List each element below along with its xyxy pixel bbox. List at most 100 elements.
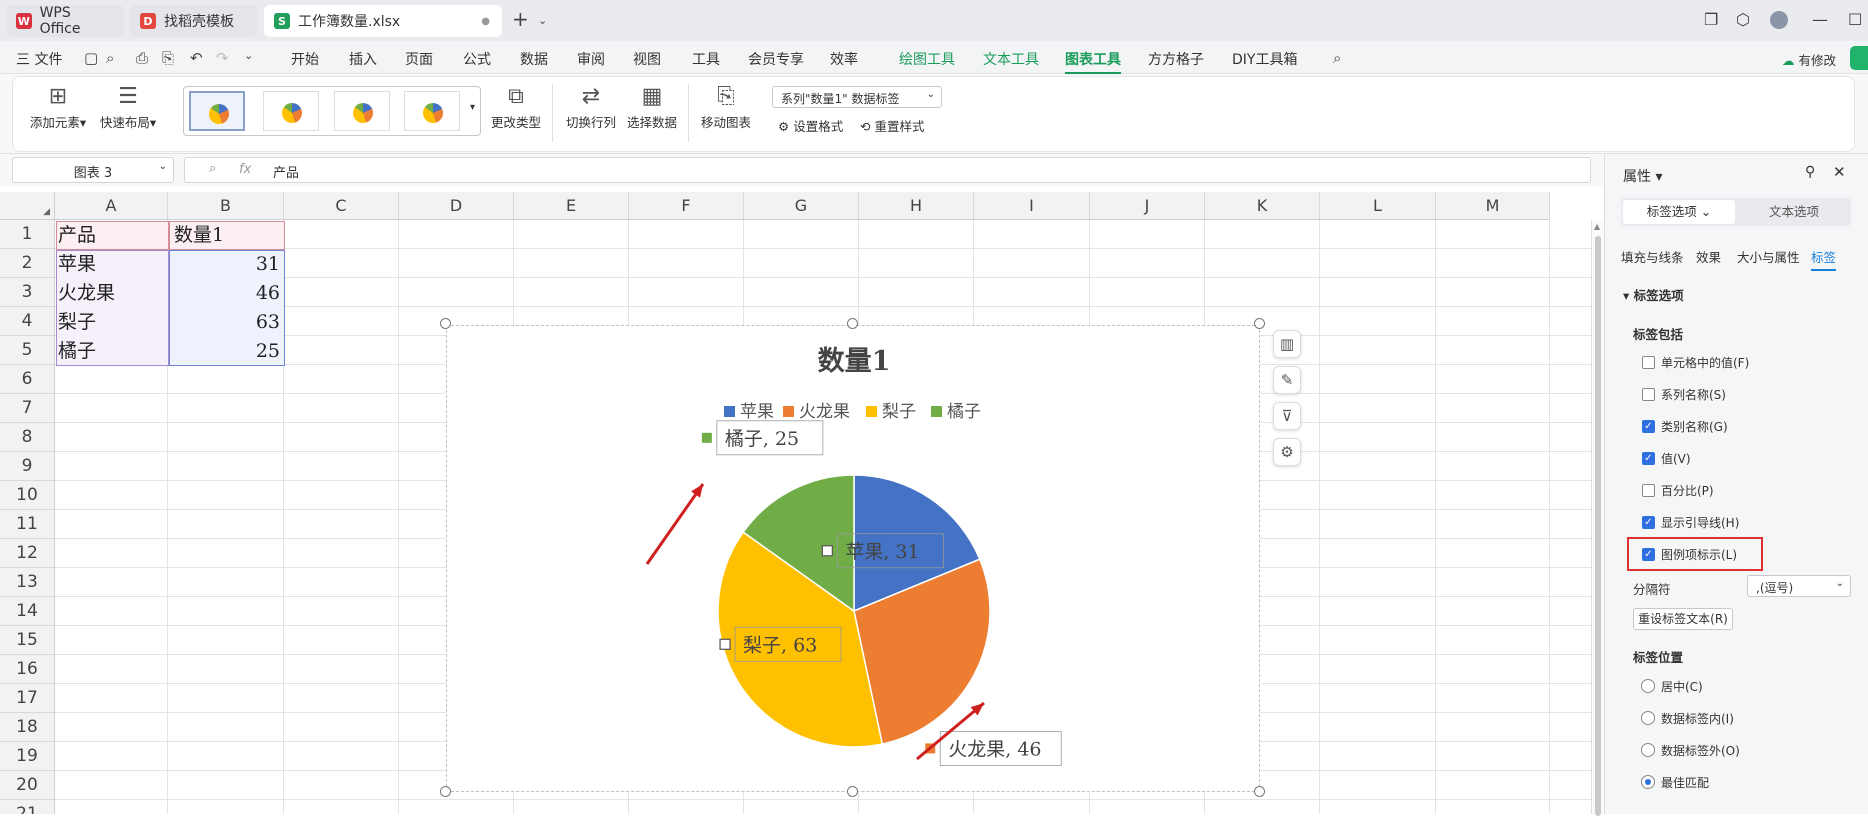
- move-chart-button[interactable]: ⎘ 移动图表: [697, 82, 755, 131]
- pin-icon[interactable]: ⚲: [1805, 164, 1815, 180]
- search-icon[interactable]: ⌕: [1333, 49, 1341, 67]
- cell-b3[interactable]: 46: [230, 279, 280, 308]
- reset-label-text-button[interactable]: 重设标签文本(R): [1633, 608, 1733, 630]
- legend-swatch-0[interactable]: [724, 406, 735, 417]
- cell-b1[interactable]: 数量1: [174, 221, 224, 250]
- checkbox-0[interactable]: [1642, 356, 1655, 369]
- cube-icon[interactable]: ⬡: [1736, 10, 1750, 29]
- resize-handle[interactable]: [1254, 786, 1265, 797]
- column-header-i[interactable]: I: [974, 192, 1090, 220]
- change-type-button[interactable]: ⧉ 更改类型: [490, 82, 542, 131]
- share-status[interactable]: ☁ 有修改: [1782, 50, 1836, 69]
- separator-select[interactable]: ,(逗号) ⌄: [1747, 575, 1851, 597]
- select-all-corner[interactable]: ◢: [0, 192, 55, 220]
- cell-a3[interactable]: 火龙果: [58, 279, 115, 308]
- minimize-icon[interactable]: —: [1812, 10, 1828, 29]
- chart-area[interactable]: 数量1 苹果 火龙果 梨子 橘子 苹果, 31 火龙果, 46 梨子, 63 橘子, 25: [446, 325, 1260, 792]
- chart-style-brush-icon[interactable]: ✎: [1273, 366, 1301, 394]
- chart-elements-icon[interactable]: ▥: [1273, 330, 1301, 358]
- tab-label-options[interactable]: 标签选项 ⌄: [1623, 200, 1735, 224]
- column-header-d[interactable]: D: [399, 192, 514, 220]
- column-header-l[interactable]: L: [1320, 192, 1436, 220]
- checkbox-1[interactable]: [1642, 388, 1655, 401]
- subtab-label[interactable]: 标签: [1811, 247, 1837, 271]
- gallery-expand-icon[interactable]: ▾: [470, 102, 475, 113]
- data-label-key-2[interactable]: [719, 638, 731, 650]
- row-header-14[interactable]: 14: [0, 597, 55, 626]
- resize-handle[interactable]: [847, 786, 858, 797]
- radio-label-0[interactable]: 居中(C): [1661, 678, 1703, 695]
- column-header-j[interactable]: J: [1090, 192, 1205, 220]
- resize-handle[interactable]: [847, 318, 858, 329]
- vertical-scrollbar[interactable]: ▲: [1592, 220, 1604, 816]
- checkbox-label-3[interactable]: 值(V): [1661, 450, 1691, 467]
- menu-fangfang[interactable]: 方方格子: [1148, 49, 1204, 69]
- subtab-fill[interactable]: 填充与线条: [1621, 247, 1684, 266]
- checkbox-label-0[interactable]: 单元格中的值(F): [1661, 354, 1749, 371]
- checkbox-5[interactable]: ✓: [1642, 516, 1655, 529]
- row-header-17[interactable]: 17: [0, 684, 55, 713]
- column-header-b[interactable]: B: [168, 192, 284, 220]
- row-header-9[interactable]: 9: [0, 452, 55, 481]
- chart-style-3[interactable]: [334, 91, 390, 131]
- tab-template[interactable]: D 找稻壳模板: [130, 5, 258, 37]
- row-header-3[interactable]: 3: [0, 278, 55, 307]
- chart-filter-icon[interactable]: ⊽: [1273, 402, 1301, 430]
- row-header-6[interactable]: 6: [0, 365, 55, 394]
- resize-handle[interactable]: [440, 786, 451, 797]
- row-header-11[interactable]: 11: [0, 510, 55, 539]
- row-header-1[interactable]: 1: [0, 220, 55, 249]
- cell-b4[interactable]: 63: [230, 308, 280, 337]
- menu-diy[interactable]: DIY工具箱: [1232, 49, 1297, 69]
- name-box[interactable]: 图表 3 ⌄: [12, 157, 174, 183]
- tab-wps-office[interactable]: W WPS Office: [6, 5, 124, 37]
- checkbox-label-1[interactable]: 系列名称(S): [1661, 386, 1726, 403]
- row-header-10[interactable]: 10: [0, 481, 55, 510]
- row-header-18[interactable]: 18: [0, 713, 55, 742]
- chevron-down-icon[interactable]: ⌄: [538, 14, 547, 27]
- resize-handle[interactable]: [1254, 318, 1265, 329]
- radio-label-2[interactable]: 数据标签外(O): [1661, 742, 1740, 759]
- set-format-button[interactable]: ⚙ 设置格式: [778, 116, 843, 135]
- restore-icon[interactable]: ❐: [1704, 10, 1718, 29]
- row-header-7[interactable]: 7: [0, 394, 55, 423]
- menu-formula[interactable]: 公式: [463, 49, 491, 69]
- print-preview-icon[interactable]: ⎘: [162, 49, 174, 67]
- avatar[interactable]: [1770, 11, 1788, 29]
- cell-a2[interactable]: 苹果: [58, 250, 96, 279]
- chart-settings-icon[interactable]: ⚙: [1273, 438, 1301, 466]
- checkbox-4[interactable]: [1642, 484, 1655, 497]
- menu-tools[interactable]: 工具: [692, 49, 720, 69]
- menu-chart-tools[interactable]: 图表工具: [1065, 49, 1121, 74]
- checkbox-label-4[interactable]: 百分比(P): [1661, 482, 1714, 499]
- more-chevron-icon[interactable]: ⌄: [244, 49, 253, 62]
- save-icon[interactable]: ▢: [84, 49, 98, 67]
- resize-handle[interactable]: [440, 318, 451, 329]
- row-header-13[interactable]: 13: [0, 568, 55, 597]
- radio-position-3[interactable]: [1641, 775, 1655, 789]
- subtab-size[interactable]: 大小与属性: [1737, 247, 1800, 266]
- menu-efficiency[interactable]: 效率: [830, 49, 858, 69]
- menu-page[interactable]: 页面: [405, 49, 433, 69]
- checkbox-label-5[interactable]: 显示引导线(H): [1661, 514, 1739, 531]
- menu-text-tools[interactable]: 文本工具: [983, 49, 1039, 69]
- legend-swatch-3[interactable]: [931, 406, 942, 417]
- radio-label-3[interactable]: 最佳匹配: [1661, 774, 1709, 791]
- print-icon[interactable]: ⎙: [136, 49, 148, 67]
- column-header-k[interactable]: K: [1205, 192, 1320, 220]
- new-tab-icon[interactable]: +: [512, 7, 529, 31]
- radio-label-1[interactable]: 数据标签内(I): [1661, 710, 1734, 727]
- annotation-arrow-1-head[interactable]: [691, 484, 703, 498]
- checkbox-label-2[interactable]: 类别名称(G): [1661, 418, 1728, 435]
- menu-insert[interactable]: 插入: [349, 49, 377, 69]
- chart-style-1[interactable]: [189, 91, 245, 131]
- row-header-16[interactable]: 16: [0, 655, 55, 684]
- menu-file[interactable]: 三 文件: [16, 49, 62, 69]
- formula-input[interactable]: ⌕ fx 产品: [184, 157, 1591, 183]
- menu-view[interactable]: 视图: [633, 49, 661, 69]
- cell-a4[interactable]: 梨子: [58, 308, 96, 337]
- row-header-8[interactable]: 8: [0, 423, 55, 452]
- maximize-icon[interactable]: ☐: [1848, 10, 1862, 29]
- column-header-e[interactable]: E: [514, 192, 629, 220]
- scroll-up-icon[interactable]: ▲: [1594, 222, 1600, 231]
